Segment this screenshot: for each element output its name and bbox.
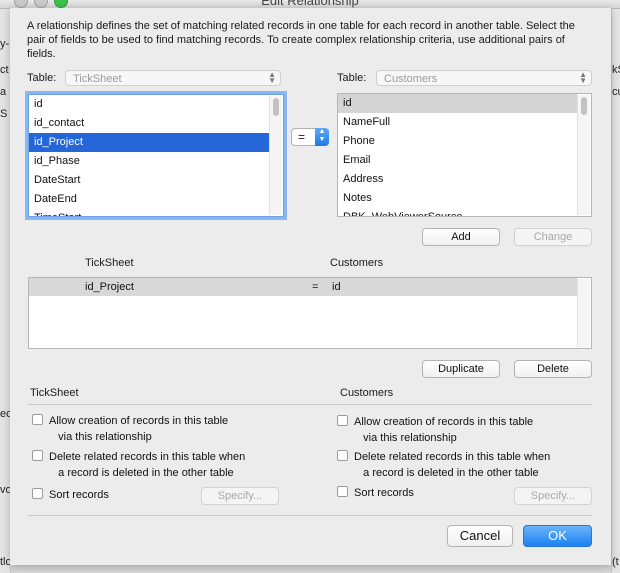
checkbox-label: Delete related records in this table whe… bbox=[354, 451, 551, 479]
list-item[interactable]: Email bbox=[338, 151, 577, 170]
left-options-title: TickSheet bbox=[30, 387, 79, 399]
relationship-left-field: id_Project bbox=[85, 281, 134, 293]
ok-button[interactable]: OK bbox=[523, 525, 592, 547]
list-item[interactable]: Address bbox=[338, 170, 577, 189]
list-item-selected[interactable]: id_Project bbox=[29, 133, 269, 152]
list-item[interactable]: TimeStart bbox=[29, 209, 269, 216]
right-list-scrollbar[interactable] bbox=[577, 95, 590, 215]
popup-arrows-icon: ▲ ▼ bbox=[579, 70, 587, 85]
left-sort-records-checkbox[interactable]: Sort records bbox=[32, 487, 109, 503]
relationships-right-header: Customers bbox=[330, 257, 384, 269]
edit-relationship-dialog: A relationship defines the set of matchi… bbox=[10, 8, 611, 565]
relationships-list[interactable]: id_Project = id bbox=[28, 277, 592, 349]
relationships-scrollbar[interactable] bbox=[577, 279, 590, 347]
checkbox-box[interactable] bbox=[337, 415, 348, 426]
checkbox-box[interactable] bbox=[32, 488, 43, 499]
left-list-scrollbar[interactable] bbox=[269, 96, 282, 215]
scroll-thumb[interactable] bbox=[581, 97, 587, 115]
left-allow-creation-checkbox[interactable]: Allow creation of records in this table … bbox=[32, 413, 228, 445]
list-item-selected[interactable]: id bbox=[338, 94, 577, 113]
checkbox-label: Delete related records in this table whe… bbox=[49, 451, 246, 479]
bg-text: (t bbox=[612, 556, 619, 568]
right-options-title: Customers bbox=[340, 387, 394, 399]
list-item[interactable]: Notes bbox=[338, 189, 577, 208]
divider bbox=[28, 515, 592, 516]
stepper-arrows-icon: ▲ ▼ bbox=[315, 128, 329, 146]
checkbox-label: Sort records bbox=[49, 489, 109, 501]
list-item[interactable]: id_Phase bbox=[29, 152, 269, 171]
scroll-thumb[interactable] bbox=[273, 98, 279, 116]
list-item[interactable]: DateStart bbox=[29, 171, 269, 190]
table-row[interactable]: id_Project = id bbox=[29, 278, 577, 296]
right-table-popup[interactable]: Customers ▲ ▼ bbox=[376, 70, 592, 86]
add-button[interactable]: Add bbox=[422, 228, 500, 246]
change-button[interactable]: Change bbox=[514, 228, 592, 246]
bg-text: S bbox=[0, 108, 8, 120]
checkbox-box[interactable] bbox=[337, 450, 348, 461]
left-delete-related-checkbox[interactable]: Delete related records in this table whe… bbox=[32, 449, 245, 481]
duplicate-button[interactable]: Duplicate bbox=[422, 360, 500, 378]
right-allow-creation-checkbox[interactable]: Allow creation of records in this table … bbox=[337, 414, 533, 446]
left-specify-button[interactable]: Specify... bbox=[201, 487, 279, 505]
operator-value: = bbox=[298, 130, 306, 144]
relationship-right-field: id bbox=[332, 281, 341, 293]
right-table-value: Customers bbox=[384, 73, 438, 85]
window-title: Edit Relationship bbox=[261, 0, 359, 8]
cancel-button[interactable]: Cancel bbox=[447, 525, 513, 547]
background-window-right: kS cu (t bbox=[611, 0, 620, 573]
list-item[interactable]: id_contact bbox=[29, 114, 269, 133]
checkbox-box[interactable] bbox=[32, 450, 43, 461]
intro-text: A relationship defines the set of matchi… bbox=[27, 20, 575, 60]
relationships-left-header: TickSheet bbox=[85, 257, 134, 269]
list-item[interactable]: Phone bbox=[338, 132, 577, 151]
bg-text: a bbox=[0, 86, 7, 98]
left-field-list[interactable]: id id_contact id_Project id_Phase DateSt… bbox=[28, 94, 284, 217]
relationship-operator: = bbox=[312, 281, 319, 293]
delete-button[interactable]: Delete bbox=[514, 360, 592, 378]
bg-text: kS bbox=[612, 64, 620, 76]
bg-text: cu bbox=[612, 86, 620, 98]
bg-text: y- bbox=[0, 38, 10, 50]
checkbox-label: Sort records bbox=[354, 487, 414, 499]
checkbox-box[interactable] bbox=[337, 486, 348, 497]
right-sort-records-checkbox[interactable]: Sort records bbox=[337, 485, 414, 501]
right-table-label: Table: bbox=[337, 72, 367, 84]
popup-arrows-icon: ▲ ▼ bbox=[268, 70, 276, 85]
bg-text: ct bbox=[0, 64, 9, 76]
checkbox-label: Allow creation of records in this table … bbox=[354, 416, 534, 444]
right-field-list[interactable]: id NameFull Phone Email Address Notes DB… bbox=[337, 93, 592, 217]
right-delete-related-checkbox[interactable]: Delete related records in this table whe… bbox=[337, 449, 550, 481]
checkbox-label: Allow creation of records in this table … bbox=[49, 415, 229, 443]
list-item[interactable]: id bbox=[29, 95, 269, 114]
list-item[interactable]: DateEnd bbox=[29, 190, 269, 209]
left-table-popup[interactable]: TickSheet ▲ ▼ bbox=[65, 70, 281, 86]
operator-popup[interactable]: = ▲ ▼ bbox=[291, 128, 329, 146]
left-table-value: TickSheet bbox=[73, 73, 122, 85]
checkbox-box[interactable] bbox=[32, 414, 43, 425]
left-table-label: Table: bbox=[27, 72, 57, 84]
list-item[interactable]: NameFull bbox=[338, 113, 577, 132]
right-specify-button[interactable]: Specify... bbox=[514, 487, 592, 505]
divider bbox=[28, 404, 592, 405]
list-item[interactable]: DBK_WebViewerSource bbox=[338, 208, 577, 216]
